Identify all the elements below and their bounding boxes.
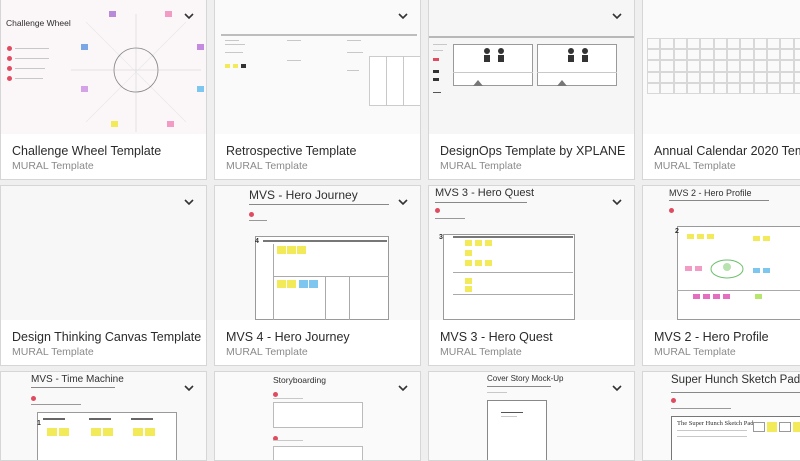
chevron-down-icon[interactable] (396, 381, 410, 395)
chevron-down-icon[interactable] (182, 381, 196, 395)
card-subtitle: MURAL Template (440, 160, 522, 172)
quest-board (443, 234, 575, 320)
people-icon (568, 48, 588, 62)
template-thumbnail (643, 0, 800, 134)
template-thumbnail: MVS - Hero Journey 4 (215, 186, 420, 320)
thumbnail-title: Super Hunch Sketch Pad (671, 374, 800, 386)
template-thumbnail: Storyboarding (215, 372, 420, 460)
card-title: Annual Calendar 2020 Template (654, 144, 800, 158)
template-card-design-thinking-canvas[interactable]: Design Thinking Canvas Template MURAL Te… (0, 185, 207, 366)
template-card-mvs2-hero-profile[interactable]: MVS 2 - Hero Profile 2 MVS 2 - Hero Prof… (642, 185, 800, 366)
thumbnail-title: Challenge Wheel (6, 18, 71, 28)
template-card-annual-calendar[interactable]: Annual Calendar 2020 Template MURAL Temp… (642, 0, 800, 180)
template-gallery: { "cards": [ {"title":"Challenge Wheel T… (0, 0, 800, 461)
wheel-diagram (71, 14, 201, 132)
template-thumbnail: Cover Story Mock-Up (429, 372, 634, 460)
template-card-storyboarding[interactable]: Storyboarding (214, 371, 421, 461)
chevron-down-icon[interactable] (610, 381, 624, 395)
card-title: MVS 2 - Hero Profile (654, 330, 769, 344)
card-title: DesignOps Template by XPLANE (440, 144, 626, 158)
hero-figure (710, 259, 744, 279)
card-title: Retrospective Template (226, 144, 357, 158)
template-thumbnail: MVS 3 - Hero Quest 3 (429, 186, 634, 320)
card-title: Design Thinking Canvas Template (12, 330, 202, 344)
card-subtitle: MURAL Template (440, 346, 522, 358)
template-thumbnail (215, 0, 420, 134)
template-card-cover-story[interactable]: Cover Story Mock-Up (428, 371, 635, 461)
card-subtitle: MURAL Template (654, 160, 736, 172)
card-subtitle: MURAL Template (12, 160, 94, 172)
card-subtitle: MURAL Template (654, 346, 736, 358)
thumbnail-title: MVS - Hero Journey (249, 188, 358, 202)
calendar-grid (647, 38, 800, 94)
template-card-challenge-wheel[interactable]: Challenge Wheel Challenge Wheel Template… (0, 0, 207, 180)
card-subtitle: MURAL Template (12, 346, 94, 358)
template-card-mvs4-hero-journey[interactable]: MVS - Hero Journey 4 MVS 4 - Hero Journe… (214, 185, 421, 366)
thumbnail-title: MVS 3 - Hero Quest (435, 187, 535, 199)
template-thumbnail (429, 0, 634, 134)
thumbnail-title: Cover Story Mock-Up (487, 374, 564, 383)
red-marker-icon (7, 56, 12, 61)
red-marker-icon (7, 46, 12, 51)
card-subtitle: MURAL Template (226, 346, 308, 358)
chevron-down-icon[interactable] (610, 9, 624, 23)
card-title: MVS 3 - Hero Quest (440, 330, 553, 344)
card-title: Challenge Wheel Template (12, 144, 162, 158)
chevron-down-icon[interactable] (182, 195, 196, 209)
thumbnail-title: MVS 2 - Hero Profile (669, 188, 752, 198)
template-card-super-hunch[interactable]: Super Hunch Sketch Pad The Super Hunch S… (642, 371, 800, 461)
red-marker-icon (7, 66, 12, 71)
template-card-mvs-time-machine[interactable]: MVS - Time Machine 1 (0, 371, 207, 461)
card-subtitle: MURAL Template (226, 160, 308, 172)
thumbnail-title: Storyboarding (273, 375, 326, 385)
template-thumbnail: MVS - Time Machine 1 (1, 372, 206, 460)
journey-board (255, 236, 389, 320)
card-title: MVS 4 - Hero Journey (226, 330, 350, 344)
template-card-mvs3-hero-quest[interactable]: MVS 3 - Hero Quest 3 MVS 3 - Hero Quest … (428, 185, 635, 366)
template-thumbnail: Challenge Wheel (1, 0, 206, 134)
chevron-down-icon[interactable] (396, 9, 410, 23)
cover-mockup (487, 400, 547, 460)
red-marker-icon (7, 76, 12, 81)
chevron-down-icon[interactable] (182, 9, 196, 23)
sketch-pad-title: The Super Hunch Sketch Pad (677, 420, 754, 427)
people-icon (484, 48, 504, 62)
thumbnail-title: MVS - Time Machine (31, 374, 124, 385)
template-thumbnail: MVS 2 - Hero Profile 2 (643, 186, 800, 320)
template-card-designops[interactable]: DesignOps Template by XPLANE MURAL Templ… (428, 0, 635, 180)
template-thumbnail (1, 186, 206, 320)
template-card-retrospective[interactable]: Retrospective Template MURAL Template (214, 0, 421, 180)
chevron-down-icon[interactable] (610, 195, 624, 209)
chevron-down-icon[interactable] (396, 195, 410, 209)
template-thumbnail: Super Hunch Sketch Pad The Super Hunch S… (643, 372, 800, 460)
